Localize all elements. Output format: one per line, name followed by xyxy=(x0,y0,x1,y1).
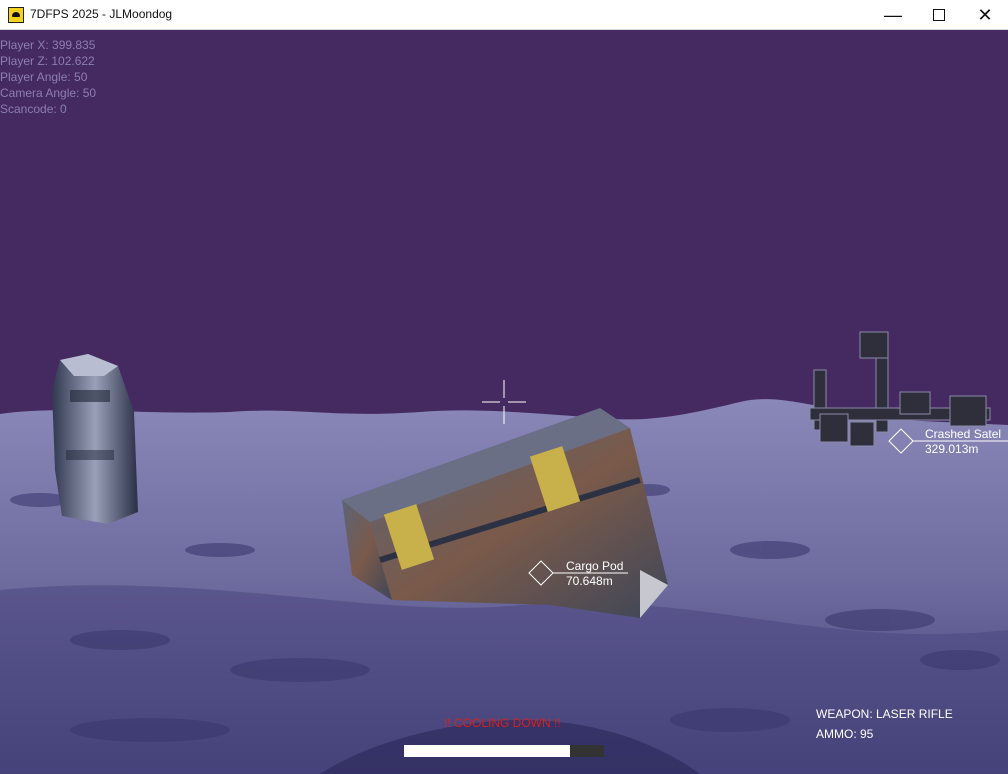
weapon-panel: WEAPON: LASER RIFLE AMMO: 95 xyxy=(816,704,953,744)
cooldown-bar-fill xyxy=(404,745,570,757)
cargo-pod-marker-distance: 70.648m xyxy=(566,574,613,588)
ammo-count: AMMO: 95 xyxy=(816,727,874,741)
app-icon xyxy=(8,7,24,23)
weapon-label: WEAPON: LASER RIFLE xyxy=(816,707,953,721)
player-x-readout: Player X: 399.835 xyxy=(0,38,96,52)
debug-readout: Player X: 399.835 Player Z: 102.622 Play… xyxy=(0,37,96,117)
player-z-readout: Player Z: 102.622 xyxy=(0,54,95,68)
close-button[interactable]: ✕ xyxy=(962,0,1008,30)
game-viewport[interactable]: Player X: 399.835 Player Z: 102.622 Play… xyxy=(0,30,1008,774)
close-icon: ✕ xyxy=(977,5,993,25)
cooldown-bar xyxy=(404,745,604,757)
minimize-icon: — xyxy=(884,5,902,25)
camera-angle-readout: Camera Angle: 50 xyxy=(0,86,97,100)
maximize-icon xyxy=(933,9,945,21)
satellite-marker-name: Crashed Satel xyxy=(925,427,1002,441)
minimize-button[interactable]: — xyxy=(870,0,916,30)
scancode-readout: Scancode: 0 xyxy=(0,102,67,116)
maximize-button[interactable] xyxy=(916,0,962,30)
window-title: 7DFPS 2025 - JLMoondog xyxy=(30,7,173,21)
window-titlebar[interactable]: 7DFPS 2025 - JLMoondog — ✕ xyxy=(0,0,1008,30)
satellite-marker-label: Crashed Satel 329.013m xyxy=(925,427,1001,457)
satellite-marker-distance: 329.013m xyxy=(925,442,979,456)
fuel-pod xyxy=(52,354,138,524)
cargo-pod-marker-label: Cargo Pod 70.648m xyxy=(566,559,623,589)
lunar-scene xyxy=(0,331,1008,774)
player-angle-readout: Player Angle: 50 xyxy=(0,70,88,84)
cooldown-warning: !! COOLING DOWN !! xyxy=(444,716,561,730)
cargo-pod-marker-name: Cargo Pod xyxy=(566,559,624,573)
